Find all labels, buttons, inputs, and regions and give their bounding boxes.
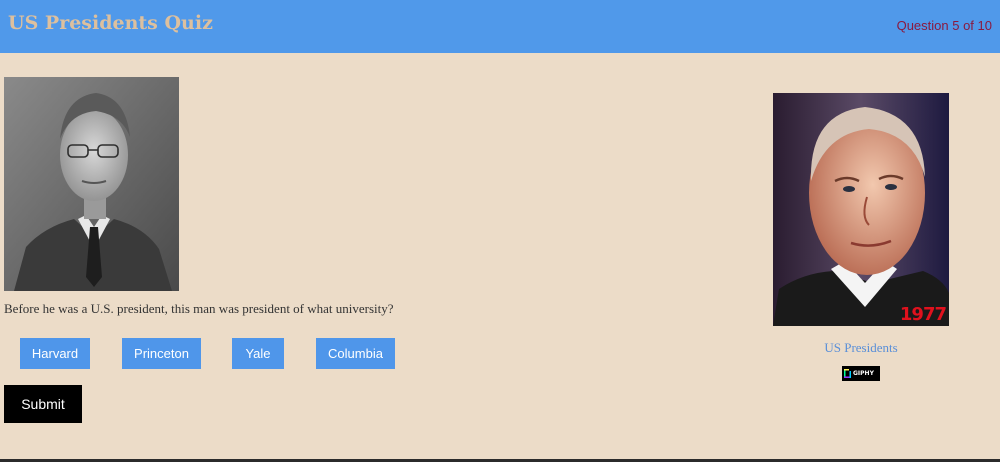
gif-photo	[773, 93, 949, 326]
answer-button-columbia[interactable]: Columbia	[316, 338, 395, 369]
submit-button[interactable]: Submit	[4, 385, 82, 423]
question-portrait-image	[4, 77, 179, 291]
portrait-photo	[4, 77, 179, 291]
app-title: US Presidents Quiz	[8, 12, 213, 34]
answer-options: Harvard Princeton Yale Columbia	[0, 338, 420, 369]
president-gif[interactable]: 1977	[773, 93, 949, 326]
giphy-badge-label: GIPHY	[853, 370, 874, 377]
answer-button-yale[interactable]: Yale	[232, 338, 284, 369]
giphy-logo-icon	[844, 369, 851, 378]
gif-year-overlay: 1977	[899, 304, 947, 325]
app-header: US Presidents Quiz Question 5 of 10	[0, 0, 1000, 53]
question-text: Before he was a U.S. president, this man…	[4, 301, 394, 316]
question-progress: Question 5 of 10	[896, 18, 992, 33]
giphy-badge[interactable]: GIPHY	[842, 366, 880, 381]
answer-button-harvard[interactable]: Harvard	[20, 338, 90, 369]
answer-button-princeton[interactable]: Princeton	[122, 338, 201, 369]
us-presidents-link[interactable]: US Presidents	[773, 340, 949, 356]
